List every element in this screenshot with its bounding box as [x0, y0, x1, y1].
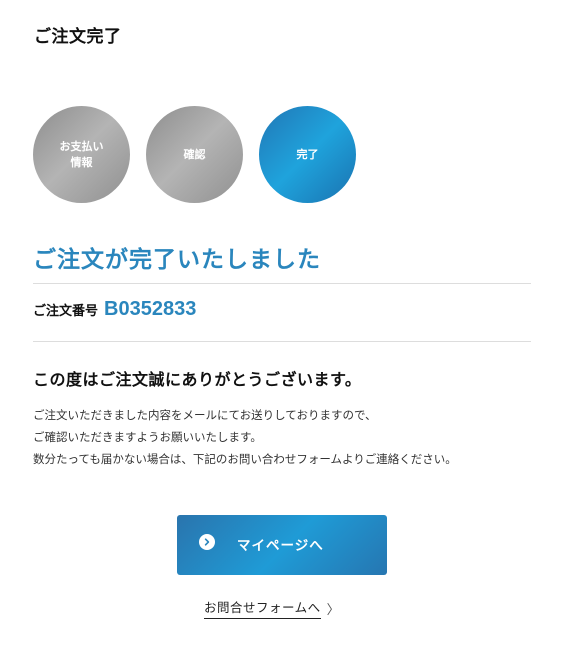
order-number-value: B0352833	[104, 298, 197, 320]
message-line: ご注文いただきました内容をメールにてお送りしておりますので、	[33, 408, 377, 422]
step-label: 完了	[296, 147, 319, 161]
thanks-message: ご注文いただきました内容をメールにてお送りしておりますので、 ご確認いただきます…	[33, 404, 457, 470]
mypage-button[interactable]: マイページへ	[177, 515, 387, 575]
step-confirm: 確認	[146, 106, 243, 203]
progress-steps: お支払い 情報 確認 完了	[33, 106, 356, 203]
mypage-button-label: マイページへ	[237, 538, 324, 554]
divider	[33, 341, 531, 342]
step-label: 確認	[183, 147, 206, 161]
message-line: 数分たっても届かない場合は、下記のお問い合わせフォームよりご連絡ください。	[33, 452, 457, 466]
divider	[33, 283, 531, 284]
step-payment-info: お支払い 情報	[33, 106, 130, 203]
contact-form-link[interactable]: お問合せフォームへ 〉	[204, 597, 340, 619]
chevron-right-circle-icon	[199, 534, 215, 550]
thanks-heading: この度はご注文誠にありがとうございます。	[33, 370, 362, 389]
chevron-right-icon: 〉	[326, 602, 340, 618]
order-number-label: ご注文番号	[33, 304, 99, 319]
page-title: ご注文完了	[34, 27, 122, 47]
order-complete-heading: ご注文が完了いたしました	[33, 247, 321, 273]
message-line: ご確認いただきますようお願いいたします。	[33, 430, 262, 444]
contact-form-link-label: お問合せフォームへ	[204, 597, 321, 619]
step-complete: 完了	[259, 106, 356, 203]
order-number-row: ご注文番号 B0352833	[33, 298, 196, 321]
step-label: お支払い 情報	[59, 139, 104, 169]
